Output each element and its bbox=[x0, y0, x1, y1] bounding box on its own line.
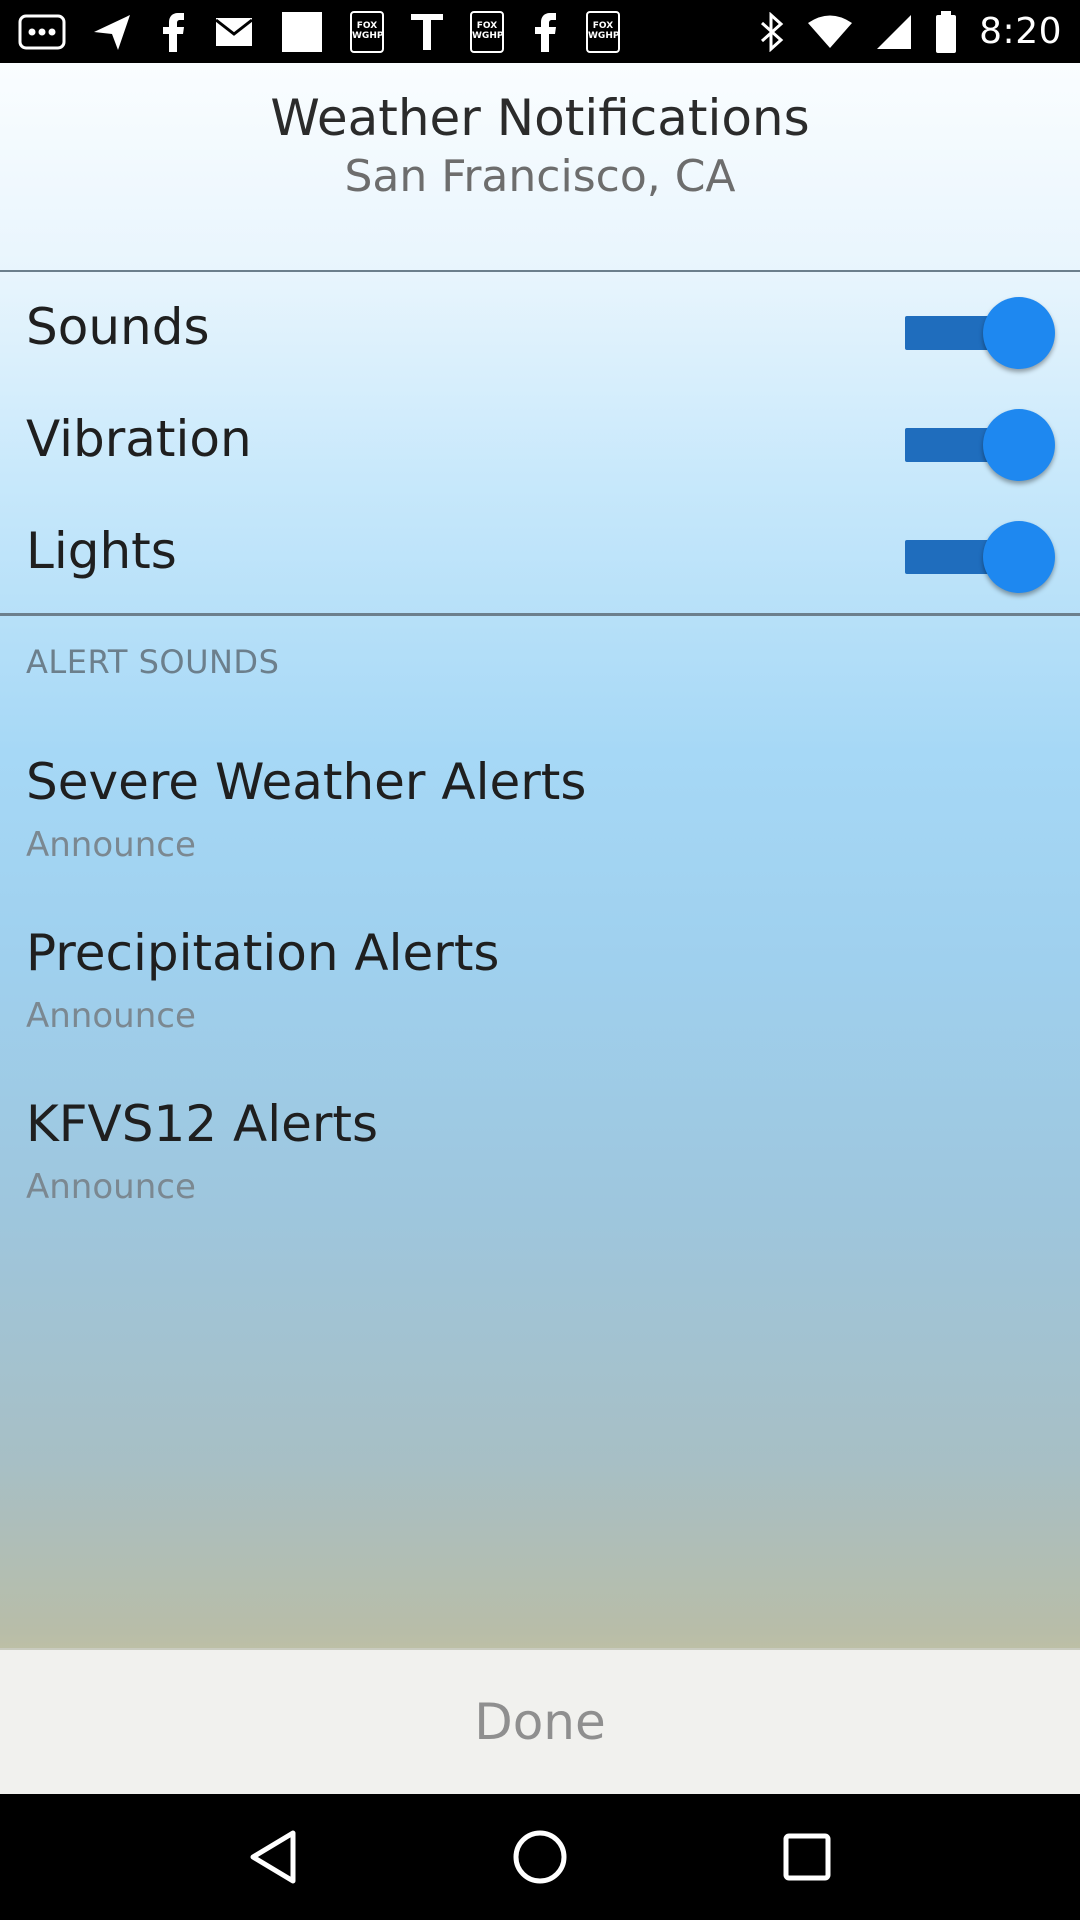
page-title: Weather Notifications bbox=[270, 89, 810, 147]
vibration-toggle[interactable] bbox=[905, 409, 1055, 481]
fox-icon: FOX WGHP bbox=[350, 10, 384, 54]
lights-label: Lights bbox=[26, 522, 177, 580]
bluetooth-icon bbox=[759, 10, 785, 54]
vibration-label: Vibration bbox=[26, 410, 252, 468]
weather-notifications-screen: Weather Notifications San Francisco, CA … bbox=[0, 63, 1080, 1794]
switch-thumb bbox=[983, 521, 1055, 593]
sounds-row[interactable]: Sounds bbox=[0, 276, 1080, 388]
send-icon bbox=[92, 10, 132, 54]
lights-row[interactable]: Lights bbox=[0, 500, 1080, 612]
navigation-bar bbox=[0, 1794, 1080, 1920]
recents-icon[interactable] bbox=[762, 1812, 852, 1902]
wifi-icon bbox=[807, 10, 853, 54]
alert-sounds-heading: ALERT SOUNDS bbox=[26, 643, 280, 681]
signal-icon bbox=[875, 10, 913, 54]
notification-icons: FOX WGHP FOX WGHP FOX WGHP bbox=[18, 10, 620, 54]
back-icon[interactable] bbox=[228, 1812, 318, 1902]
sounds-toggle[interactable] bbox=[905, 297, 1055, 369]
fox-icon: FOX WGHP bbox=[470, 10, 504, 54]
kfvs12-alerts-item[interactable]: KFVS12 Alerts Announce bbox=[0, 1095, 1080, 1255]
mail-icon bbox=[214, 10, 254, 54]
location-subtitle: San Francisco, CA bbox=[344, 151, 736, 202]
clock: 8:20 bbox=[979, 11, 1062, 52]
switch-thumb bbox=[983, 297, 1055, 369]
text-t-icon bbox=[410, 10, 444, 54]
switch-thumb bbox=[983, 409, 1055, 481]
alert-item-value: Announce bbox=[26, 825, 196, 865]
severe-weather-alerts-item[interactable]: Severe Weather Alerts Announce bbox=[0, 753, 1080, 913]
battery-icon bbox=[935, 10, 957, 54]
facebook-icon bbox=[158, 10, 188, 54]
footer-bar: Done bbox=[0, 1648, 1080, 1794]
sounds-label: Sounds bbox=[26, 298, 210, 356]
more-icon bbox=[18, 10, 66, 54]
divider bbox=[0, 613, 1080, 616]
alert-item-title: KFVS12 Alerts bbox=[26, 1095, 379, 1153]
alert-item-title: Severe Weather Alerts bbox=[26, 753, 587, 811]
status-bar: FOX WGHP FOX WGHP FOX WGHP 8:20 bbox=[0, 0, 1080, 63]
done-button[interactable]: Done bbox=[434, 1683, 646, 1761]
alert-item-value: Announce bbox=[26, 996, 196, 1036]
header: Weather Notifications San Francisco, CA bbox=[0, 63, 1080, 272]
blank-square-icon bbox=[280, 10, 324, 54]
alert-item-title: Precipitation Alerts bbox=[26, 924, 500, 982]
lights-toggle[interactable] bbox=[905, 521, 1055, 593]
home-icon[interactable] bbox=[495, 1812, 585, 1902]
facebook-icon bbox=[530, 10, 560, 54]
vibration-row[interactable]: Vibration bbox=[0, 388, 1080, 500]
alert-item-value: Announce bbox=[26, 1167, 196, 1207]
precipitation-alerts-item[interactable]: Precipitation Alerts Announce bbox=[0, 924, 1080, 1084]
fox-icon: FOX WGHP bbox=[586, 10, 620, 54]
